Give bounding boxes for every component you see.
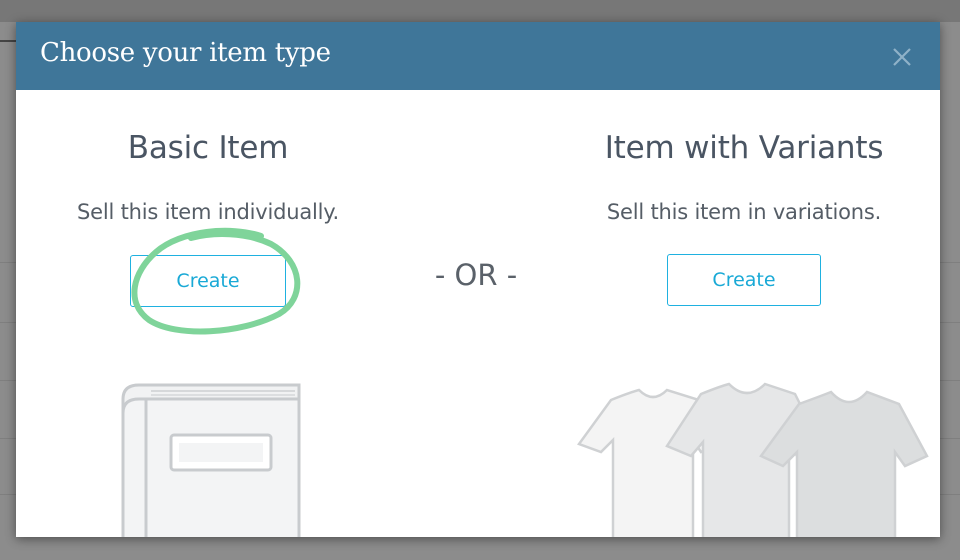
tshirts-icon xyxy=(577,382,929,537)
background-row-divider xyxy=(940,262,960,263)
create-variant-item-button[interactable]: Create xyxy=(667,254,821,306)
background-topbar xyxy=(0,0,960,22)
book-icon xyxy=(121,383,301,537)
basic-item-title: Basic Item xyxy=(127,130,289,166)
variant-item-title: Item with Variants xyxy=(604,130,884,166)
create-basic-item-button[interactable]: Create xyxy=(130,255,286,307)
basic-item-description: Sell this item individually. xyxy=(77,200,339,224)
modal-header: Choose your item type xyxy=(16,22,940,90)
background-row-divider xyxy=(940,380,960,381)
variant-item-description: Sell this item in variations. xyxy=(606,200,882,224)
background-row-divider xyxy=(940,494,960,495)
item-type-modal: Choose your item type Basic Item Sell th… xyxy=(16,22,940,537)
background-row-divider xyxy=(940,438,960,439)
or-separator: - OR - xyxy=(434,258,518,292)
modal-title: Choose your item type xyxy=(40,38,331,68)
close-icon[interactable] xyxy=(888,43,916,71)
background-row-divider xyxy=(940,322,960,323)
